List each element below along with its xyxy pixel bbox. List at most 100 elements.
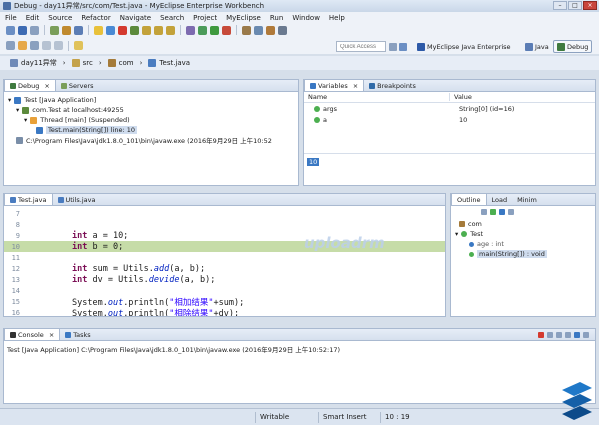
expand-icon[interactable]: ▾	[455, 230, 458, 238]
deploy-icon[interactable]	[62, 25, 71, 35]
run-icon[interactable]	[210, 25, 219, 35]
search-icon[interactable]	[254, 25, 263, 35]
tab-utils-java[interactable]: Utils.java	[53, 194, 101, 205]
line-number[interactable]: 9	[4, 232, 20, 240]
code-line[interactable]: 14	[4, 285, 445, 296]
tab-variables[interactable]: Variables ×	[304, 80, 365, 91]
open-perspective-icon[interactable]	[389, 42, 397, 51]
line-number[interactable]: 14	[4, 287, 20, 295]
tab-minim[interactable]: Minim	[512, 194, 542, 205]
remove-launch-icon[interactable]	[547, 331, 553, 338]
variable-row[interactable]: a 10	[304, 114, 595, 125]
browser-icon[interactable]	[74, 25, 83, 35]
external-tools-icon[interactable]	[222, 25, 231, 35]
menu-window[interactable]: Window	[292, 14, 320, 22]
forward-icon[interactable]	[30, 41, 39, 50]
code-line[interactable]: 12 int sum = Utils.add(a, b);	[4, 263, 445, 274]
tab-test-java[interactable]: Test.java	[4, 194, 53, 205]
perspective-toggle-icon[interactable]	[399, 42, 407, 51]
detail-pane[interactable]: 10	[304, 153, 595, 186]
tree-item[interactable]: ▾ com.Test at localhost:49255	[8, 105, 294, 115]
annotation-icon[interactable]	[266, 25, 275, 35]
close-icon[interactable]: ×	[353, 82, 358, 90]
hide-static-icon[interactable]	[499, 208, 505, 215]
close-icon[interactable]: ×	[44, 82, 49, 90]
menu-myeclipse[interactable]: MyEclipse	[226, 14, 261, 22]
breadcrumb-file[interactable]: Test.java	[148, 59, 190, 67]
line-number[interactable]: 7	[4, 210, 20, 218]
terminate-icon[interactable]	[538, 331, 544, 338]
expand-icon[interactable]: ▾	[8, 96, 11, 104]
code-line[interactable]: 7	[4, 208, 445, 219]
sort-icon[interactable]	[481, 208, 487, 215]
outline-item[interactable]: main(String[]) : void	[455, 249, 591, 259]
back-icon[interactable]	[6, 41, 15, 50]
hide-fields-icon[interactable]	[490, 208, 496, 215]
outline-item[interactable]: ▾ Test	[455, 229, 591, 239]
quick-access-input[interactable]	[336, 41, 386, 52]
new-icon[interactable]	[6, 25, 15, 35]
tab-servers[interactable]: Servers	[56, 80, 99, 91]
menu-edit[interactable]: Edit	[26, 14, 40, 22]
tree-item[interactable]: ▾ Thread [main] (Suspended)	[8, 115, 294, 125]
expand-icon[interactable]: ▾	[16, 106, 19, 114]
tree-item[interactable]: ▾ Test [Java Application]	[8, 95, 294, 105]
outline-item[interactable]: age : int	[455, 239, 591, 249]
minimize-button[interactable]: –	[553, 1, 567, 10]
column-value[interactable]: Value	[449, 93, 472, 101]
tool-icon[interactable]	[186, 25, 195, 35]
save-icon[interactable]	[18, 25, 27, 35]
menu-help[interactable]: Help	[329, 14, 345, 22]
tree-item[interactable]: Test.main(String[]) line: 10	[8, 125, 294, 135]
display-console-icon[interactable]	[583, 331, 589, 338]
code-line[interactable]: 16 System.out.println("相除结果"+dv);	[4, 307, 445, 317]
expand-icon[interactable]: ▾	[24, 116, 27, 124]
tab-load[interactable]: Load	[487, 194, 513, 205]
line-number[interactable]: 11	[4, 254, 20, 262]
history-icon[interactable]	[54, 41, 63, 50]
menu-source[interactable]: Source	[48, 14, 72, 22]
breadcrumb-project[interactable]: day11异常	[10, 58, 57, 68]
column-name[interactable]: Name	[304, 93, 449, 101]
resume-icon[interactable]	[94, 25, 103, 35]
line-number[interactable]: 10	[4, 243, 20, 251]
step-return-icon[interactable]	[166, 25, 175, 35]
code-line[interactable]: 15 System.out.println("相加结果"+sum);	[4, 296, 445, 308]
tab-debug[interactable]: Debug ×	[4, 80, 56, 91]
breadcrumb-package[interactable]: com	[107, 59, 134, 67]
open-type-icon[interactable]	[242, 25, 251, 35]
mark-icon[interactable]	[74, 41, 83, 50]
variable-row[interactable]: args String[0] (id=16)	[304, 103, 595, 114]
maximize-button[interactable]: □	[568, 1, 582, 10]
pin-console-icon[interactable]	[574, 331, 580, 338]
tab-console[interactable]: Console ×	[4, 329, 61, 340]
code-editor[interactable]: 7 8 9 int a = 10; 10 int b = 0; 11 12 int sum = …	[4, 206, 445, 316]
tree-item[interactable]: C:\Program Files\Java\jdk1.8.0_101\bin\j…	[8, 135, 294, 145]
clear-console-icon[interactable]	[556, 331, 562, 338]
outline-item[interactable]: com	[455, 219, 591, 229]
menu-navigate[interactable]: Navigate	[120, 14, 151, 22]
close-button[interactable]: ×	[583, 1, 597, 10]
last-edit-icon[interactable]	[42, 41, 51, 50]
terminate-icon[interactable]	[118, 25, 127, 35]
debug-icon[interactable]	[198, 25, 207, 35]
pin-icon[interactable]	[18, 41, 27, 50]
code-line[interactable]: 8	[4, 219, 445, 230]
breadcrumb-src[interactable]: src	[71, 59, 93, 67]
menu-project[interactable]: Project	[193, 14, 217, 22]
line-number[interactable]: 8	[4, 221, 20, 229]
scroll-lock-icon[interactable]	[565, 331, 571, 338]
navigate-icon[interactable]	[278, 25, 287, 35]
tab-tasks[interactable]: Tasks	[60, 329, 95, 340]
menu-search[interactable]: Search	[160, 14, 184, 22]
perspective-java[interactable]: Java	[522, 40, 552, 53]
menu-run[interactable]: Run	[270, 14, 283, 22]
link-icon[interactable]	[508, 208, 514, 215]
open-perspective[interactable]	[389, 40, 413, 53]
line-number[interactable]: 13	[4, 276, 20, 284]
code-line[interactable]: 13 int dv = Utils.devide(a, b);	[4, 274, 445, 285]
suspend-icon[interactable]	[106, 25, 115, 35]
menu-refactor[interactable]: Refactor	[81, 14, 110, 22]
line-number[interactable]: 12	[4, 265, 20, 273]
print-icon[interactable]	[30, 25, 39, 35]
